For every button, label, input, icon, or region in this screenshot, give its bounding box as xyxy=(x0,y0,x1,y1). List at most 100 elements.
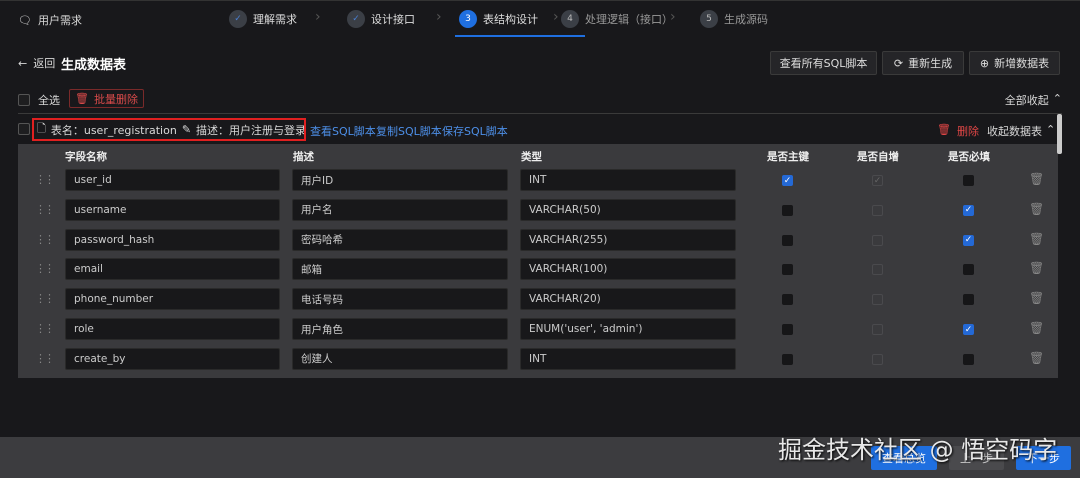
trash-icon[interactable]: 🗑 xyxy=(1029,321,1044,335)
trash-icon[interactable]: 🗑 xyxy=(1029,172,1044,186)
table-checkbox[interactable] xyxy=(18,123,30,135)
pk-checkbox[interactable] xyxy=(782,264,793,276)
column-header-required: 是否必填 xyxy=(948,151,990,163)
step-2[interactable]: ✓ 设计接口 xyxy=(347,8,415,30)
arrow-left-icon: ← xyxy=(18,56,28,70)
field-name-input[interactable]: username xyxy=(65,198,280,221)
trash-icon[interactable]: 🗑 xyxy=(1029,232,1044,246)
chevron-right-icon: › xyxy=(553,9,559,25)
page-title: 生成数据表 xyxy=(61,58,127,73)
field-desc-input[interactable]: 创建人 xyxy=(292,347,508,370)
drag-handle-icon[interactable]: ⋮⋮ xyxy=(35,262,55,275)
batch-delete-button[interactable]: 🗑 批量删除 xyxy=(69,89,144,108)
step-number: 4 xyxy=(561,10,579,28)
checkbox[interactable] xyxy=(18,94,30,106)
button-label: 查看所有SQL脚本 xyxy=(779,57,868,70)
button-label: 重新生成 xyxy=(908,57,953,70)
column-header-pk: 是否主键 xyxy=(767,151,809,163)
required-checkbox[interactable] xyxy=(963,294,974,306)
field-desc-input[interactable]: 用户角色 xyxy=(292,318,508,340)
drag-handle-icon[interactable]: ⋮⋮ xyxy=(35,322,55,335)
file-icon: 🗋 xyxy=(37,122,46,135)
column-header-desc: 描述 xyxy=(293,151,314,163)
pk-checkbox[interactable] xyxy=(782,234,793,246)
plus-circle-icon: ⊕ xyxy=(979,56,990,70)
add-table-button[interactable]: ⊕ 新增数据表 xyxy=(969,51,1060,75)
required-checkbox[interactable]: ✓ xyxy=(963,324,974,335)
trash-icon[interactable]: 🗑 xyxy=(1029,202,1044,216)
column-header-ai: 是否自增 xyxy=(857,151,899,163)
field-desc-input[interactable]: 电话号码 xyxy=(292,288,508,311)
step-3[interactable]: 3 表结构设计 xyxy=(459,8,538,30)
required-checkbox[interactable] xyxy=(963,175,974,186)
chevron-right-icon: › xyxy=(315,9,321,25)
pk-checkbox[interactable] xyxy=(782,353,793,365)
active-step-underline xyxy=(455,35,585,37)
field-name-input[interactable]: phone_number xyxy=(65,288,280,311)
trash-icon[interactable]: 🗑 xyxy=(1029,351,1044,365)
trash-icon[interactable]: 🗑 xyxy=(1029,261,1044,275)
column-header-type: 类型 xyxy=(521,151,542,163)
pk-checkbox[interactable] xyxy=(782,324,793,335)
field-desc-input[interactable]: 用户名 xyxy=(292,198,508,221)
ai-checkbox xyxy=(872,204,883,216)
table-name: 表名：user_registration xyxy=(50,123,177,137)
step-number: 3 xyxy=(459,10,477,28)
step-5[interactable]: 5 生成源码 xyxy=(700,8,768,30)
required-checkbox[interactable]: ✓ xyxy=(963,234,974,246)
field-type-input[interactable]: VARCHAR(20) xyxy=(520,288,736,311)
field-name-input[interactable]: create_by xyxy=(65,347,280,370)
pk-checkbox[interactable] xyxy=(782,294,793,306)
edit-icon[interactable]: ✎ xyxy=(182,123,191,136)
trash-icon: 🗑 xyxy=(937,123,951,136)
table-info-highlight: 🗋 表名：user_registration ✎ 描述：用户注册与登录管... xyxy=(32,118,306,141)
field-desc-input[interactable]: 密码哈希 xyxy=(292,228,508,251)
pk-checkbox[interactable] xyxy=(782,204,793,216)
drag-handle-icon[interactable]: ⋮⋮ xyxy=(35,292,55,305)
field-type-input[interactable]: VARCHAR(255) xyxy=(520,228,736,251)
field-type-input[interactable]: ENUM('user', 'admin') xyxy=(520,318,736,340)
header-title: 用户需求 xyxy=(37,14,82,27)
drag-handle-icon[interactable]: ⋮⋮ xyxy=(35,203,55,216)
step-1[interactable]: ✓ 理解需求 xyxy=(229,8,297,30)
chevron-up-circle-icon: ⌃ xyxy=(1046,123,1056,136)
field-type-input[interactable]: INT xyxy=(520,347,736,370)
step-4[interactable]: 4 处理逻辑（接口） xyxy=(561,8,673,30)
required-checkbox[interactable] xyxy=(963,353,974,365)
field-name-input[interactable]: role xyxy=(65,318,280,340)
field-desc-input[interactable]: 用户ID xyxy=(292,169,508,191)
table-description: 描述：用户注册与登录管... xyxy=(196,123,306,137)
field-type-input[interactable]: VARCHAR(100) xyxy=(520,258,736,281)
view-sql-link[interactable]: 查看SQL脚本 xyxy=(310,123,376,139)
drag-handle-icon[interactable]: ⋮⋮ xyxy=(35,173,55,186)
back-button[interactable]: ← 返回 xyxy=(18,55,55,71)
watermark: 掘金技术社区 @ 悟空码字 xyxy=(778,436,1058,464)
button-label: 收起数据表 xyxy=(987,125,1042,138)
field-name-input[interactable]: user_id xyxy=(65,169,280,191)
ai-checkbox xyxy=(872,324,883,335)
ai-checkbox xyxy=(872,294,883,306)
field-name-input[interactable]: email xyxy=(65,258,280,281)
field-type-input[interactable]: VARCHAR(50) xyxy=(520,198,736,221)
delete-table-button[interactable]: 🗑 删除 xyxy=(937,123,979,139)
pk-checkbox[interactable]: ✓ xyxy=(782,175,793,186)
scrollbar-thumb[interactable] xyxy=(1057,114,1062,154)
field-desc-input[interactable]: 邮箱 xyxy=(292,258,508,281)
copy-sql-link[interactable]: 复制SQL脚本 xyxy=(376,123,442,139)
collapse-all-button[interactable]: 全部收起 ⌃ xyxy=(1005,92,1062,108)
regenerate-button[interactable]: ⟳ 重新生成 xyxy=(882,51,964,75)
save-sql-link[interactable]: 保存SQL脚本 xyxy=(442,123,508,139)
required-checkbox[interactable]: ✓ xyxy=(963,204,974,216)
drag-handle-icon[interactable]: ⋮⋮ xyxy=(35,233,55,246)
required-checkbox[interactable] xyxy=(963,264,974,276)
drag-handle-icon[interactable]: ⋮⋮ xyxy=(35,352,55,365)
field-type-input[interactable]: INT xyxy=(520,169,736,191)
field-name-input[interactable]: password_hash xyxy=(65,228,280,251)
step-label: 设计接口 xyxy=(371,13,415,26)
requirement-tab[interactable]: 🗨 用户需求 xyxy=(18,12,82,28)
select-all-checkbox[interactable]: 全选 xyxy=(18,92,60,108)
step-label: 理解需求 xyxy=(253,13,297,26)
trash-icon[interactable]: 🗑 xyxy=(1029,291,1044,305)
collapse-table-button[interactable]: 收起数据表 ⌃ xyxy=(987,123,1055,139)
view-all-sql-button[interactable]: 查看所有SQL脚本 xyxy=(770,51,877,75)
